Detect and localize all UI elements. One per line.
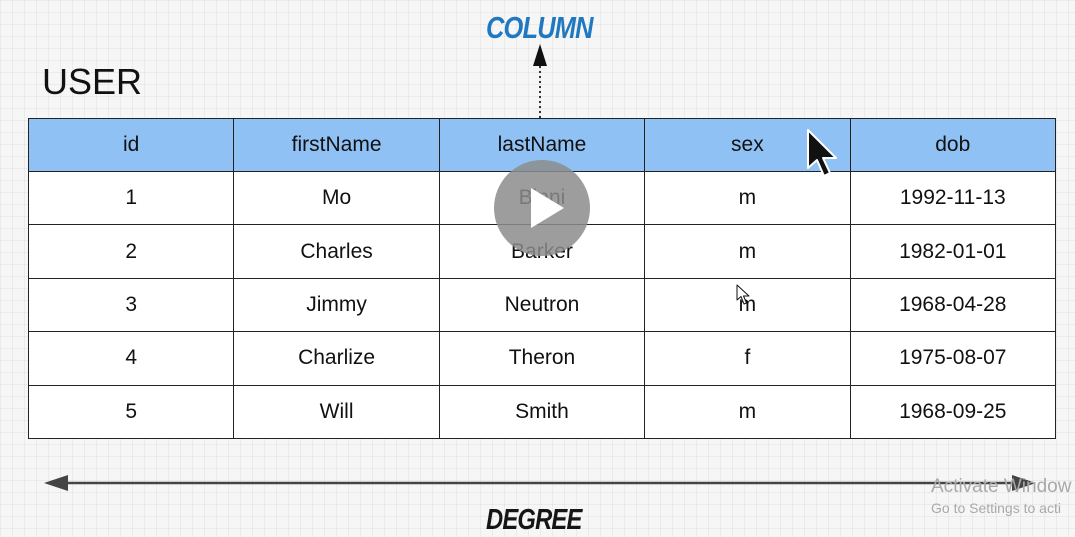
- cell-dob: 1982-01-01: [849, 224, 1057, 279]
- column-header-id: id: [27, 118, 235, 172]
- cell-sex: m: [644, 384, 851, 440]
- column-header-dob: dob: [849, 118, 1057, 172]
- cell-firstname: Charlize: [233, 331, 440, 386]
- mouse-pointer-icon: [807, 129, 837, 177]
- cell-firstname: Will: [233, 384, 440, 440]
- watermark-subtitle: Go to Settings to acti: [931, 500, 1061, 516]
- degree-arrow-icon: [44, 475, 1036, 491]
- activation-watermark: Activate Window Go to Settings to acti: [931, 476, 1071, 518]
- video-play-button[interactable]: [494, 160, 590, 256]
- cell-firstname: Mo: [233, 170, 440, 226]
- cell-id: 3: [27, 277, 235, 333]
- table-row: 5 Will Smith m 1968-09-25: [27, 384, 1057, 440]
- table-title: USER: [42, 61, 143, 102]
- cell-dob: 1968-09-25: [849, 384, 1057, 440]
- cell-sex: f: [644, 331, 851, 386]
- cell-dob: 1975-08-07: [849, 331, 1057, 386]
- cell-id: 1: [27, 170, 235, 226]
- cell-sex: m: [644, 224, 851, 279]
- cell-dob: 1968-04-28: [849, 277, 1057, 333]
- watermark-title: Activate Window: [931, 476, 1072, 497]
- table-row: 3 Jimmy Neutron m 1968-04-28: [27, 277, 1057, 333]
- play-icon: [531, 188, 564, 228]
- table-row: 4 Charlize Theron f 1975-08-07: [27, 331, 1057, 386]
- cell-id: 2: [27, 224, 235, 279]
- cell-firstname: Charles: [233, 224, 440, 279]
- degree-label: DEGREE: [486, 504, 582, 536]
- cell-firstname: Jimmy: [233, 277, 440, 333]
- cell-id: 5: [27, 384, 235, 440]
- column-header-firstname: firstName: [233, 118, 440, 172]
- cell-lastname: Smith: [438, 384, 646, 440]
- cell-lastname: Neutron: [438, 277, 646, 333]
- cell-id: 4: [27, 331, 235, 386]
- cell-lastname: Theron: [438, 331, 646, 386]
- column-arrow-icon: [533, 44, 547, 120]
- mouse-pointer-icon: [736, 284, 750, 305]
- column-label: COLUMN: [486, 10, 593, 45]
- cell-dob: 1992-11-13: [849, 170, 1057, 226]
